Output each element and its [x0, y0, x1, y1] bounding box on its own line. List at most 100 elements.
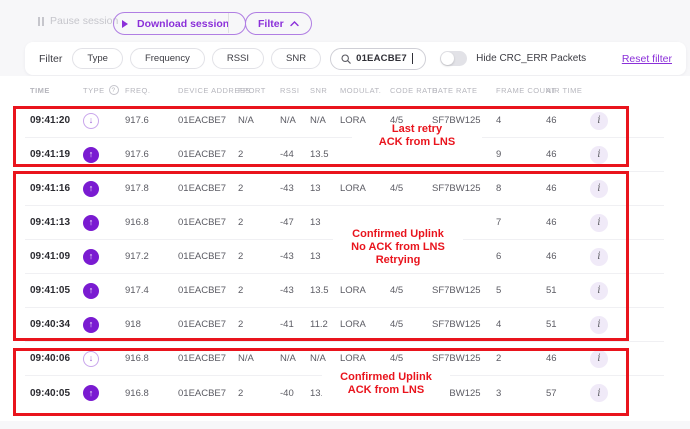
- downlink-icon: ↓: [83, 351, 99, 367]
- type-help-icon[interactable]: ?: [109, 85, 119, 95]
- cell-fport: N/A: [238, 353, 280, 364]
- cell-code-rate: 4/5: [390, 115, 432, 126]
- cell-frequency: 917.8: [125, 183, 178, 194]
- cell-snr: N/A: [310, 115, 340, 126]
- cell-frequency: 917.6: [125, 149, 178, 160]
- cell-rssi: -43: [280, 251, 310, 262]
- cell-type: ↑: [83, 147, 125, 163]
- column-header-snr: SNR: [310, 86, 340, 95]
- cell-modulation: LORA: [340, 285, 390, 296]
- table-row[interactable]: 09:41:20 ↓ 917.6 01EACBE7 N/A N/A N/A LO…: [25, 104, 664, 138]
- filter-chip-rssi[interactable]: RSSI: [212, 48, 264, 69]
- hide-crc-err-toggle[interactable]: [440, 51, 467, 66]
- filter-button-label: Filter: [258, 18, 284, 30]
- pause-session-button[interactable]: Pause session: [38, 15, 118, 27]
- info-button[interactable]: i: [590, 180, 608, 198]
- cell-modulation: LORA: [340, 115, 390, 126]
- cell-device-address: 01EACBE7: [178, 149, 238, 160]
- cell-type: ↓: [83, 351, 125, 367]
- packets-table: TIME TYPE ? FREQ. DEVICE ADDRESS FPORT R…: [0, 76, 690, 421]
- filter-chip-snr[interactable]: SNR: [271, 48, 321, 69]
- cell-info: i: [590, 350, 630, 368]
- info-button[interactable]: i: [590, 146, 608, 164]
- table-row[interactable]: 09:41:09 ↑ 917.2 01EACBE7 2 -43 13 6 46 …: [25, 240, 664, 274]
- text-caret: [412, 53, 413, 64]
- cell-fport: 2: [238, 217, 280, 228]
- column-header-frame-count: FRAME COUNT: [496, 86, 546, 95]
- cell-frame-count: 4: [496, 115, 546, 126]
- table-row[interactable]: 09:40:05 ↑ 916.8 01EACBE7 2 -40 13.5 LOR…: [25, 376, 664, 410]
- filter-toggle-button[interactable]: Filter: [245, 12, 312, 35]
- cell-air-time: 57: [546, 388, 590, 399]
- filter-chip-frequency[interactable]: Frequency: [130, 48, 205, 69]
- cell-rssi: -40: [280, 388, 310, 399]
- info-button[interactable]: i: [590, 384, 608, 402]
- table-header: TIME TYPE ? FREQ. DEVICE ADDRESS FPORT R…: [25, 76, 664, 104]
- table-row[interactable]: 09:41:13 ↑ 916.8 01EACBE7 2 -47 13 7 46 …: [25, 206, 664, 240]
- cell-modulation: LORA: [340, 353, 390, 364]
- cell-time: 09:40:06: [30, 353, 83, 364]
- chevron-up-icon: [290, 21, 299, 27]
- hide-crc-err-label: Hide CRC_ERR Packets: [476, 53, 586, 64]
- info-button[interactable]: i: [590, 282, 608, 300]
- cell-type: ↑: [83, 283, 125, 299]
- column-header-modulation: MODULAT.: [340, 86, 390, 95]
- cell-frame-count: 5: [496, 285, 546, 296]
- cell-frequency: 916.8: [125, 217, 178, 228]
- cell-rssi: N/A: [280, 353, 310, 364]
- cell-air-time: 51: [546, 285, 590, 296]
- cell-type: ↑: [83, 181, 125, 197]
- info-button[interactable]: i: [590, 112, 608, 130]
- cell-time: 09:41:09: [30, 251, 83, 262]
- cell-snr: 13.5: [310, 149, 340, 160]
- cell-fport: 2: [238, 319, 280, 330]
- column-header-type: TYPE ?: [83, 85, 125, 95]
- filter-chip-type[interactable]: Type: [72, 48, 123, 69]
- cell-fport: 2: [238, 149, 280, 160]
- cell-frame-count: 9: [496, 149, 546, 160]
- uplink-icon: ↑: [83, 385, 99, 401]
- cell-frequency: 916.8: [125, 388, 178, 399]
- cell-code-rate: 4/5: [390, 285, 432, 296]
- cell-frame-count: 2: [496, 353, 546, 364]
- table-row[interactable]: 09:41:19 ↑ 917.6 01EACBE7 2 -44 13.5 9 4…: [25, 138, 664, 172]
- download-session-button[interactable]: Download session: [113, 12, 246, 35]
- uplink-icon: ↑: [83, 317, 99, 333]
- reset-filter-link[interactable]: Reset filter: [622, 53, 672, 65]
- info-button[interactable]: i: [590, 214, 608, 232]
- cell-device-address: 01EACBE7: [178, 217, 238, 228]
- cell-fport: 2: [238, 388, 280, 399]
- cell-rssi: -43: [280, 285, 310, 296]
- info-button[interactable]: i: [590, 248, 608, 266]
- column-header-rssi: RSSI: [280, 86, 310, 95]
- column-header-date-rate: DATE RATE: [432, 86, 496, 95]
- search-input[interactable]: 01EACBE7: [330, 48, 426, 70]
- cell-rssi: -47: [280, 217, 310, 228]
- cell-time: 09:41:05: [30, 285, 83, 296]
- toolbar: Pause session Download session Filter: [0, 8, 690, 40]
- table-row[interactable]: 09:41:05 ↑ 917.4 01EACBE7 2 -43 13.5 LOR…: [25, 274, 664, 308]
- table-row[interactable]: 09:41:16 ↑ 917.8 01EACBE7 2 -43 13 LORA …: [25, 172, 664, 206]
- table-row[interactable]: 09:40:06 ↓ 916.8 01EACBE7 N/A N/A N/A LO…: [25, 342, 664, 376]
- cell-device-address: 01EACBE7: [178, 319, 238, 330]
- cell-info: i: [590, 248, 630, 266]
- cell-code-rate: 4/5: [390, 388, 432, 399]
- cell-device-address: 01EACBE7: [178, 353, 238, 364]
- cell-frequency: 917.6: [125, 115, 178, 126]
- pause-icon: [38, 17, 44, 26]
- cell-frame-count: 8: [496, 183, 546, 194]
- info-button[interactable]: i: [590, 316, 608, 334]
- table-row[interactable]: 09:40:34 ↑ 918 01EACBE7 2 -41 11.2 LORA …: [25, 308, 664, 342]
- cell-frequency: 916.8: [125, 353, 178, 364]
- column-header-time: TIME: [30, 86, 83, 95]
- uplink-icon: ↑: [83, 249, 99, 265]
- info-button[interactable]: i: [590, 350, 608, 368]
- table-body: 09:41:20 ↓ 917.6 01EACBE7 N/A N/A N/A LO…: [0, 104, 690, 410]
- cell-info: i: [590, 214, 630, 232]
- cell-type: ↑: [83, 249, 125, 265]
- column-header-fport: FPORT: [238, 86, 280, 95]
- pause-session-label: Pause session: [50, 15, 118, 27]
- cell-snr: 13: [310, 183, 340, 194]
- cell-device-address: 01EACBE7: [178, 115, 238, 126]
- cell-frequency: 917.2: [125, 251, 178, 262]
